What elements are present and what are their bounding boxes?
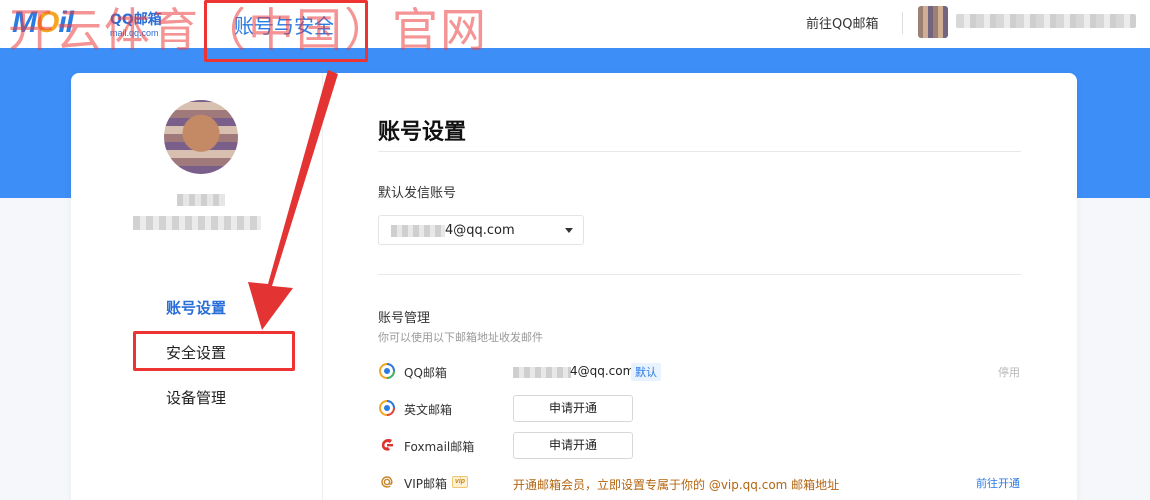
vip-badge-icon: vip [452,476,468,488]
title-highlight-box [204,0,368,62]
profile-name-blurred [177,194,225,206]
sender-email-value: 4@qq.com [445,223,515,238]
qq-mail-icon [379,363,395,379]
english-mail-icon [379,400,395,416]
sender-email-blurred [391,225,445,237]
apply-foxmail-button[interactable]: 申请开通 [513,432,633,459]
default-badge: 默认 [631,363,661,381]
qq-email-value: 4@qq.com [570,364,635,378]
caret-down-icon [565,228,573,233]
security-highlight-box [133,331,295,371]
title-divider [378,151,1021,152]
default-sender-select[interactable]: 4@qq.com [378,215,584,245]
profile-avatar [164,100,238,174]
goto-qq-mail-link[interactable]: 前往QQ邮箱 [806,13,878,32]
user-account-blurred[interactable] [956,14,1136,28]
qq-email-blurred [513,367,571,378]
sidebar-item-account-settings[interactable]: 账号设置 [166,297,226,318]
default-sender-label: 默认发信账号 [378,186,457,201]
page-title: 账号设置 [378,120,467,145]
goto-activate-link[interactable]: 前往开通 [976,475,1020,491]
user-avatar[interactable] [918,6,948,38]
row-name-vip-mail: VIP邮箱 [404,477,447,491]
row-name-foxmail: Foxmail邮箱 [404,440,475,454]
account-management-label: 账号管理 [378,311,431,326]
profile-email-blurred [133,216,261,230]
header-divider [902,12,903,34]
foxmail-icon [381,439,393,451]
row-name-english-mail: 英文邮箱 [404,403,453,417]
sidebar-item-device-management[interactable]: 设备管理 [166,387,226,408]
account-management-hint: 你可以使用以下邮箱地址收发邮件 [378,331,543,344]
section-divider [378,274,1021,275]
sidebar-divider [322,73,323,500]
disable-link[interactable]: 停用 [998,364,1020,380]
row-name-qq-mail: QQ邮箱 [404,366,447,380]
at-icon [381,476,393,488]
vip-description: 开通邮箱会员，立即设置专属于你的 @vip.qq.com 邮箱地址 [513,478,840,492]
apply-english-mail-button[interactable]: 申请开通 [513,395,633,422]
